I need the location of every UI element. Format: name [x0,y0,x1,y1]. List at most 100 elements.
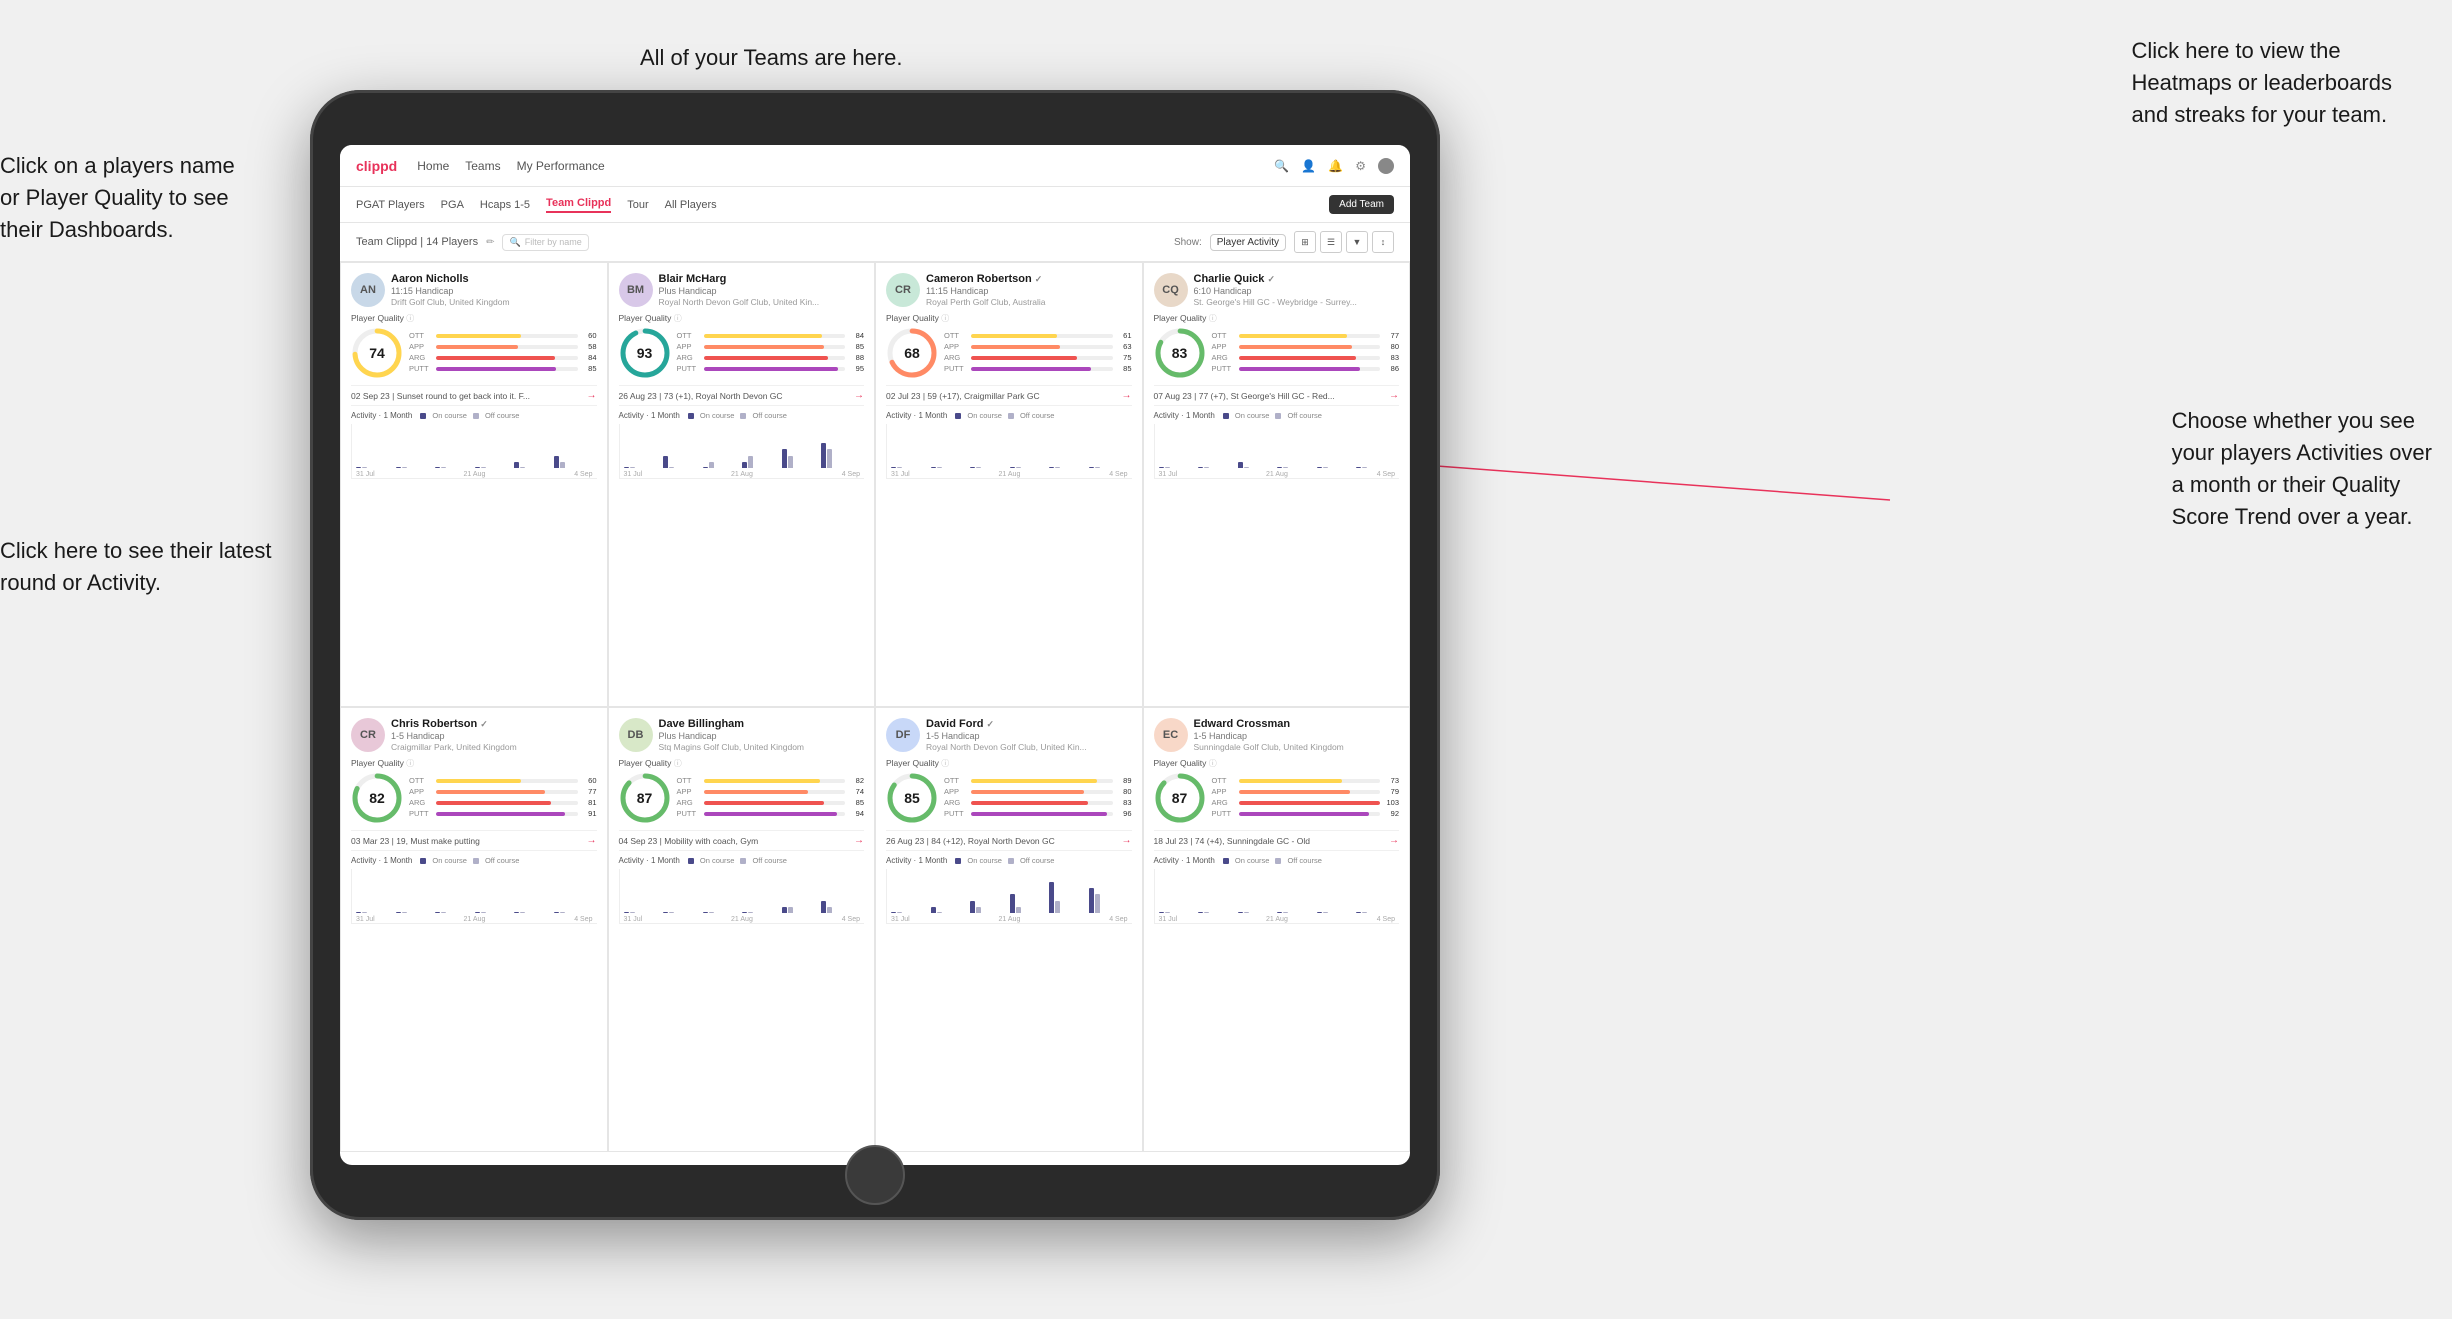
activity-legend: On course Off course [955,856,1054,865]
quality-label: Player Quality ⓘ [619,313,865,324]
recent-round[interactable]: 07 Aug 23 | 77 (+7), St George's Hill GC… [1154,385,1400,406]
player-card-david-ford[interactable]: DF David Ford ✓ 1-5 Handicap Royal North… [875,707,1143,1152]
quality-circle[interactable]: 83 [1154,327,1206,379]
activity-title: Activity · 1 Month [619,856,680,865]
on-course-legend-dot [1223,413,1229,419]
tab-hcaps[interactable]: Hcaps 1-5 [480,199,530,211]
recent-round-text: 26 Aug 23 | 84 (+12), Royal North Devon … [886,836,1055,846]
player-info: Edward Crossman 1-5 Handicap Sunningdale… [1194,718,1400,752]
recent-round[interactable]: 02 Jul 23 | 59 (+17), Craigmillar Park G… [886,385,1132,406]
player-name[interactable]: Blair McHarg [659,273,865,286]
tab-team-clippd[interactable]: Team Clippd [546,197,611,213]
stat-row-app: APP 74 [677,787,865,796]
player-name[interactable]: Aaron Nicholls [391,273,597,286]
round-arrow-icon: → [1389,835,1399,846]
quality-section: 85 OTT 89 APP 80 ARG 83 PUTT [886,772,1132,824]
tab-all-players[interactable]: All Players [665,199,717,211]
off-course-legend-label: Off course [752,411,786,420]
player-name[interactable]: Cameron Robertson ✓ [926,273,1132,286]
filter-btn[interactable]: ▼ [1346,231,1368,253]
player-club: Drift Golf Club, United Kingdom [391,297,597,307]
player-avatar: CR [886,273,920,307]
add-team-button[interactable]: Add Team [1329,195,1394,214]
player-card-cameron-robertson[interactable]: CR Cameron Robertson ✓ 11:15 Handicap Ro… [875,262,1143,707]
filter-input[interactable]: Filter by name [525,237,582,247]
player-info: Cameron Robertson ✓ 11:15 Handicap Royal… [926,273,1132,307]
player-card-aaron-nicholls[interactable]: AN Aaron Nicholls 11:15 Handicap Drift G… [340,262,608,707]
off-course-legend-label: Off course [1020,411,1054,420]
tab-pgat-players[interactable]: PGAT Players [356,199,425,211]
player-info: Aaron Nicholls 11:15 Handicap Drift Golf… [391,273,597,307]
quality-stats: OTT 61 APP 63 ARG 75 PUTT 85 [944,331,1132,375]
quality-number: 68 [904,345,920,361]
stat-row-ott: OTT 60 [409,776,597,785]
annotation-player-name: Click on a players nameor Player Quality… [0,150,235,246]
table-view-btn[interactable]: ☰ [1320,231,1342,253]
player-header: EC Edward Crossman 1-5 Handicap Sunningd… [1154,718,1400,752]
recent-round[interactable]: 26 Aug 23 | 73 (+1), Royal North Devon G… [619,385,865,406]
activity-legend: On course Off course [420,856,519,865]
player-name[interactable]: Charlie Quick ✓ [1194,273,1400,286]
tab-tour[interactable]: Tour [627,199,648,211]
player-name[interactable]: Chris Robertson ✓ [391,718,597,731]
player-name[interactable]: David Ford ✓ [926,718,1132,731]
tab-pga[interactable]: PGA [441,199,464,211]
grid-view-btn[interactable]: ⊞ [1294,231,1316,253]
off-course-legend-dot [740,413,746,419]
player-header: CR Cameron Robertson ✓ 11:15 Handicap Ro… [886,273,1132,307]
recent-round-text: 03 Mar 23 | 19, Must make putting [351,836,480,846]
off-course-legend-dot [1275,413,1281,419]
ipad-home-button[interactable] [845,1145,905,1205]
player-card-dave-billingham[interactable]: DB Dave Billingham Plus Handicap Stq Mag… [608,707,876,1152]
player-card-blair-mcharg[interactable]: BM Blair McHarg Plus Handicap Royal Nort… [608,262,876,707]
recent-round[interactable]: 04 Sep 23 | Mobility with coach, Gym → [619,830,865,851]
quality-stats: OTT 77 APP 80 ARG 83 PUTT 86 [1212,331,1400,375]
activity-header: Activity · 1 Month On course Off course [886,411,1132,420]
quality-circle[interactable]: 87 [1154,772,1206,824]
chart-area: 31 Jul 21 Aug 4 Sep [886,869,1132,924]
ipad-frame: clippd Home Teams My Performance 🔍 👤 🔔 ⚙… [310,90,1440,1220]
activity-title: Activity · 1 Month [351,411,412,420]
recent-round[interactable]: 26 Aug 23 | 84 (+12), Royal North Devon … [886,830,1132,851]
nav-home[interactable]: Home [417,159,449,173]
off-course-legend-label: Off course [752,856,786,865]
quality-circle[interactable]: 87 [619,772,671,824]
search-icon[interactable]: 🔍 [1274,159,1289,173]
stat-row-app: APP 80 [944,787,1132,796]
recent-round-text: 02 Sep 23 | Sunset round to get back int… [351,391,530,401]
player-card-charlie-quick[interactable]: CQ Charlie Quick ✓ 6:10 Handicap St. Geo… [1143,262,1411,707]
user-icon[interactable]: 👤 [1301,159,1316,173]
quality-circle[interactable]: 93 [619,327,671,379]
quality-stats: OTT 84 APP 85 ARG 88 PUTT 95 [677,331,865,375]
ipad-screen: clippd Home Teams My Performance 🔍 👤 🔔 ⚙… [340,145,1410,1165]
avatar[interactable] [1378,158,1394,174]
quality-circle[interactable]: 74 [351,327,403,379]
player-header: AN Aaron Nicholls 11:15 Handicap Drift G… [351,273,597,307]
quality-circle[interactable]: 85 [886,772,938,824]
round-arrow-icon: → [854,390,864,401]
show-select[interactable]: Player Activity [1210,234,1286,251]
bell-icon[interactable]: 🔔 [1328,159,1343,173]
edit-icon[interactable]: ✏ [486,237,494,248]
quality-number: 74 [369,345,385,361]
chart-area: 31 Jul 21 Aug 4 Sep [619,869,865,924]
chart-bars [352,868,597,913]
stat-row-app: APP 77 [409,787,597,796]
quality-circle[interactable]: 68 [886,327,938,379]
player-card-chris-robertson[interactable]: CR Chris Robertson ✓ 1-5 Handicap Craigm… [340,707,608,1152]
nav-teams[interactable]: Teams [465,159,500,173]
quality-circle[interactable]: 82 [351,772,403,824]
nav-my-performance[interactable]: My Performance [517,159,605,173]
player-card-edward-crossman[interactable]: EC Edward Crossman 1-5 Handicap Sunningd… [1143,707,1411,1152]
settings-icon[interactable]: ⚙ [1355,159,1366,173]
player-name[interactable]: Dave Billingham [659,718,865,731]
recent-round[interactable]: 02 Sep 23 | Sunset round to get back int… [351,385,597,406]
player-name[interactable]: Edward Crossman [1194,718,1400,731]
recent-round[interactable]: 03 Mar 23 | 19, Must make putting → [351,830,597,851]
round-arrow-icon: → [854,835,864,846]
annotation-round: Click here to see their latestround or A… [0,535,271,599]
sort-btn[interactable]: ↕ [1372,231,1394,253]
recent-round[interactable]: 18 Jul 23 | 74 (+4), Sunningdale GC - Ol… [1154,830,1400,851]
quality-section: 87 OTT 73 APP 79 ARG 103 PUTT [1154,772,1400,824]
stat-row-arg: ARG 88 [677,353,865,362]
